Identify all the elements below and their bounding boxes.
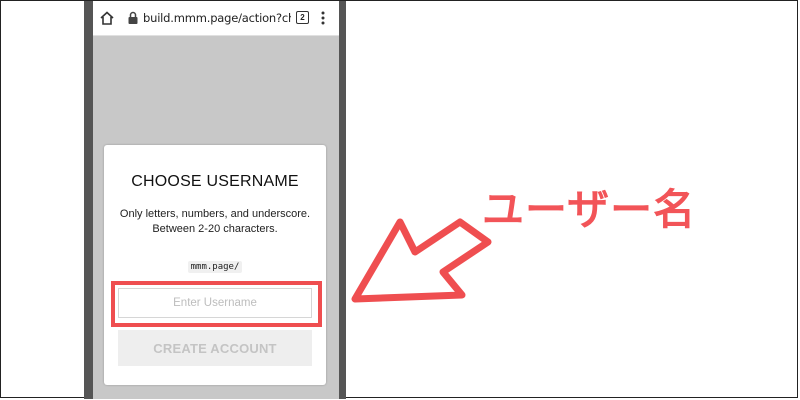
annotation-label: ユーザー名: [482, 185, 697, 234]
